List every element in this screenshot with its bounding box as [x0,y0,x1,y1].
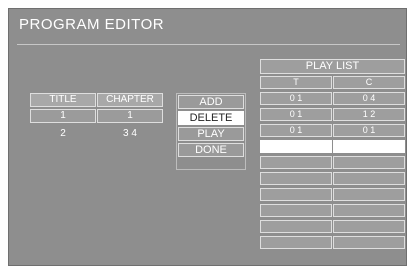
title-divider [17,44,400,45]
playlist-title: PLAY LIST [260,59,405,74]
playlist-row-10-chapter[interactable] [333,236,405,249]
playlist-row-4-title[interactable] [260,140,332,153]
delete-button[interactable]: DELETE [178,111,244,125]
title-header: TITLE [30,93,96,107]
playlist-row-7-chapter[interactable] [333,188,405,201]
done-button[interactable]: DONE [178,143,244,157]
osd-screen: PROGRAM EDITOR TITLE CHAPTER 1 1 2 3 4 A… [0,0,414,272]
chapter-value[interactable]: 1 [97,109,163,123]
playlist-row-5-title[interactable] [260,156,332,169]
playlist-column-t: T [260,76,332,89]
playlist-row-4-chapter[interactable] [333,140,405,153]
playlist-row-2-chapter[interactable]: 1 2 [333,108,405,121]
chapter-header: CHAPTER [97,93,163,107]
playlist-row-8-chapter[interactable] [333,204,405,217]
title-value[interactable]: 1 [30,109,96,123]
playlist-row-7-title[interactable] [260,188,332,201]
play-button[interactable]: PLAY [178,127,244,141]
playlist-row-1-chapter[interactable]: 0 4 [333,92,405,105]
playlist-row-9-chapter[interactable] [333,220,405,233]
playlist-column-c: C [333,76,405,89]
playlist-row-3-chapter[interactable]: 0 1 [333,124,405,137]
playlist-row-6-title[interactable] [260,172,332,185]
playlist-row-6-chapter[interactable] [333,172,405,185]
add-button[interactable]: ADD [178,95,244,109]
title-total: 2 [60,128,66,139]
program-editor-panel: PROGRAM EDITOR TITLE CHAPTER 1 1 2 3 4 A… [8,8,407,266]
playlist-row-2-title[interactable]: 0 1 [260,108,332,121]
playlist-row-10-title[interactable] [260,236,332,249]
playlist-row-1-title[interactable]: 0 1 [260,92,332,105]
chapter-total: 3 4 [123,128,137,139]
playlist-row-9-title[interactable] [260,220,332,233]
playlist-row-8-title[interactable] [260,204,332,217]
playlist-row-5-chapter[interactable] [333,156,405,169]
playlist-row-3-title[interactable]: 0 1 [260,124,332,137]
page-title: PROGRAM EDITOR [19,16,165,33]
